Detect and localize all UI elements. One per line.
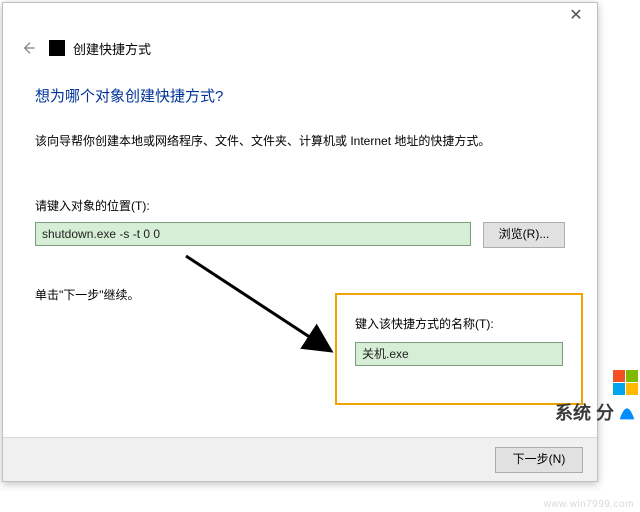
location-input[interactable]: shutdown.exe -s -t 0 0	[35, 222, 471, 246]
wizard-description: 该向导帮你创建本地或网络程序、文件、文件夹、计算机或 Internet 地址的快…	[35, 132, 565, 149]
name-callout: 键入该快捷方式的名称(T): 关机.exe	[335, 293, 583, 405]
close-button[interactable]: ✕	[555, 3, 597, 31]
location-label: 请键入对象的位置(T):	[35, 197, 565, 214]
shortcut-name-input[interactable]: 关机.exe	[355, 342, 563, 366]
callout-label: 键入该快捷方式的名称(T):	[355, 315, 563, 332]
wizard-title: 创建快捷方式	[73, 39, 151, 58]
brand-mark-icon	[616, 401, 638, 423]
microsoft-logo-icon	[613, 370, 638, 395]
wizard-icon	[49, 40, 65, 56]
wizard-content: 想为哪个对象创建快捷方式? 该向导帮你创建本地或网络程序、文件、文件夹、计算机或…	[3, 61, 597, 303]
wizard-question: 想为哪个对象创建快捷方式?	[35, 85, 565, 106]
site-url: www.win7999.com	[544, 499, 634, 510]
wizard-window: ✕ 创建快捷方式 想为哪个对象创建快捷方式? 该向导帮你创建本地或网络程序、文件…	[2, 2, 598, 482]
wizard-footer: 下一步(N)	[3, 437, 597, 481]
location-row: shutdown.exe -s -t 0 0 浏览(R)...	[35, 222, 565, 248]
back-arrow-icon[interactable]	[17, 37, 39, 59]
titlebar: ✕	[3, 3, 597, 31]
wizard-header: 创建快捷方式	[3, 31, 597, 61]
browse-button[interactable]: 浏览(R)...	[483, 222, 565, 248]
next-button[interactable]: 下一步(N)	[495, 447, 583, 473]
